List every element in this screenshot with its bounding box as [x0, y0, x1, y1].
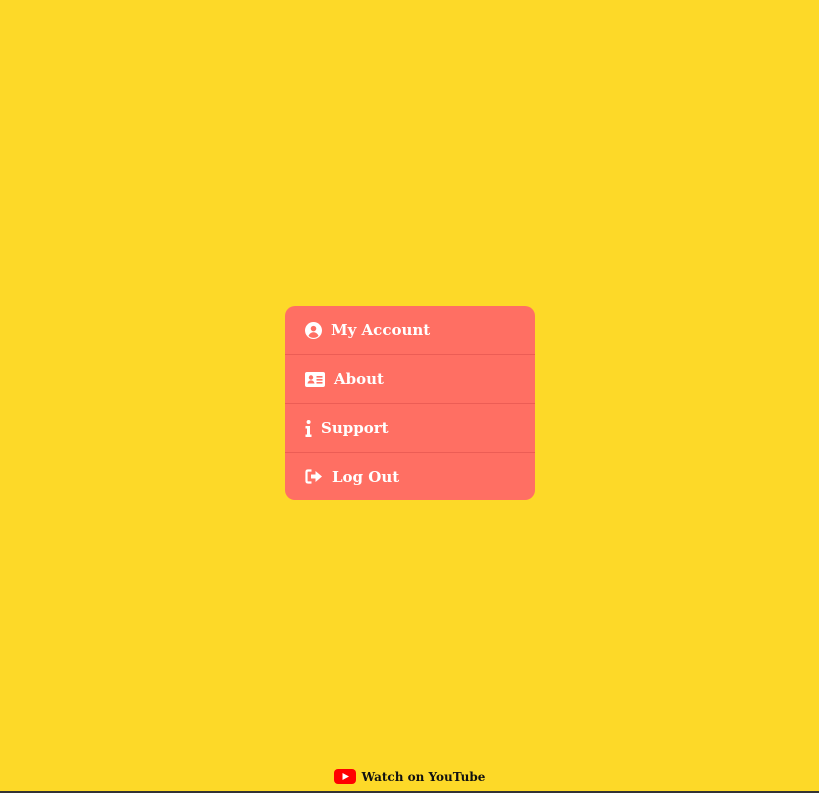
- menu-item-label: My Account: [331, 321, 431, 339]
- watch-on-youtube-link[interactable]: Watch on YouTube: [333, 769, 486, 784]
- menu-item-my-account[interactable]: My Account: [285, 306, 535, 355]
- menu-item-label: About: [334, 370, 384, 388]
- menu-item-label: Log Out: [332, 467, 400, 486]
- youtube-link-label: Watch on YouTube: [361, 769, 486, 784]
- menu-item-log-out[interactable]: Log Out: [285, 453, 535, 500]
- menu-item-support[interactable]: Support: [285, 404, 535, 453]
- dropdown-menu: My Account About Support Log Out: [285, 306, 535, 500]
- youtube-icon: [333, 769, 356, 784]
- menu-item-label: Support: [321, 419, 389, 437]
- id-card-icon: [305, 371, 325, 387]
- info-icon: [305, 419, 312, 437]
- sign-out-icon: [305, 469, 323, 484]
- footer: Watch on YouTube: [0, 769, 819, 784]
- user-circle-icon: [305, 321, 322, 339]
- menu-item-about[interactable]: About: [285, 355, 535, 404]
